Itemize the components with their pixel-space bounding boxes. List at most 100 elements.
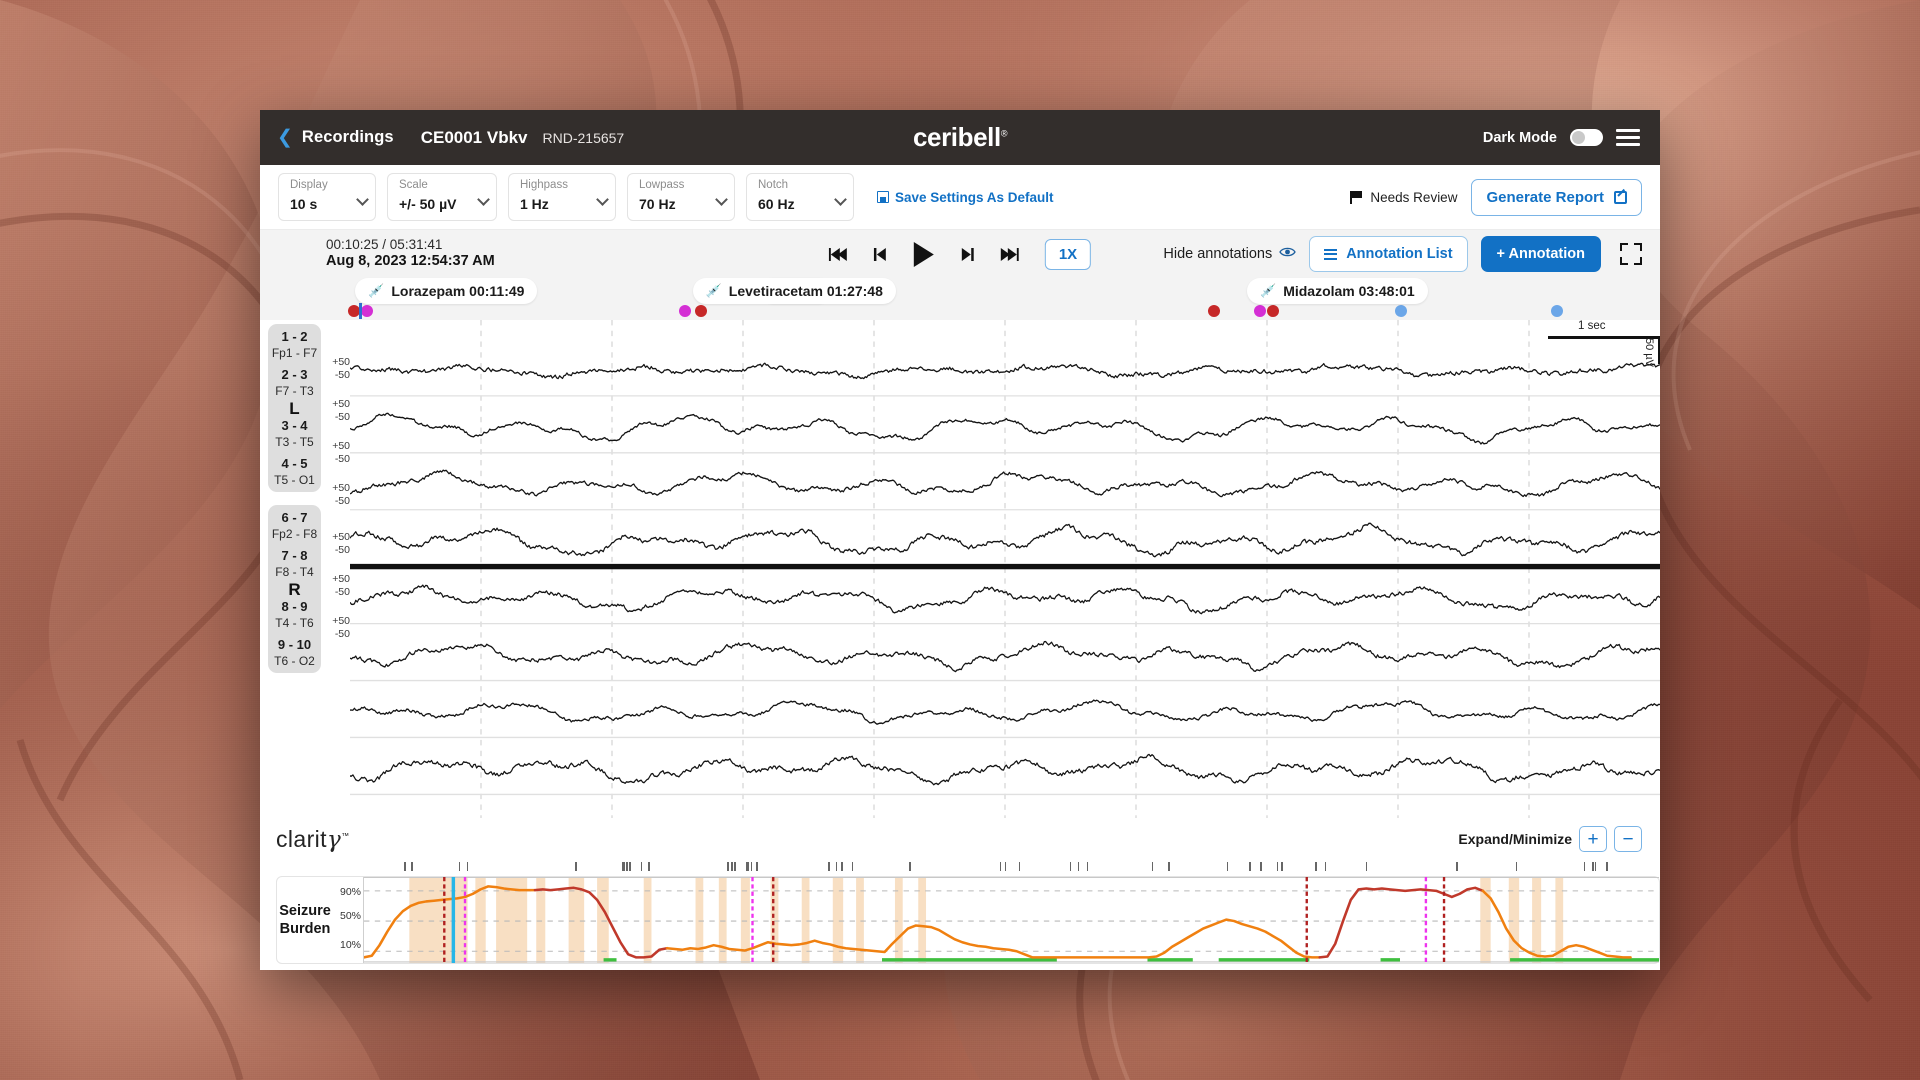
event-tick bbox=[1077, 862, 1079, 871]
event-tick bbox=[1260, 862, 1262, 871]
event-tick bbox=[746, 862, 748, 871]
save-settings-default-label: Save Settings As Default bbox=[895, 189, 1054, 205]
channel-group-right[interactable]: 6 - 7 Fp2 - F8 7 - 8 F8 - T4 R 8 - 9 T4 … bbox=[268, 505, 321, 673]
brand-registered-mark: ® bbox=[1000, 128, 1008, 139]
expand-minimize-controls: Expand/Minimize + − bbox=[1458, 826, 1642, 852]
annotation-marker-dot[interactable] bbox=[1550, 305, 1563, 317]
channel-group-left[interactable]: 1 - 2 Fp1 - F7 2 - 3 F7 - T3 L 3 - 4 T3 … bbox=[268, 324, 321, 492]
dark-mode-label: Dark Mode bbox=[1482, 129, 1557, 146]
syringe-icon: 💉 bbox=[1260, 283, 1277, 298]
event-tick bbox=[1456, 862, 1458, 871]
eeg-waveform-plot[interactable]: 1 sec 50 µV bbox=[350, 320, 1660, 818]
annotation-marker-dot[interactable] bbox=[1254, 305, 1266, 317]
event-tick bbox=[411, 862, 413, 871]
clarity-logo-text: clarit bbox=[276, 825, 327, 852]
event-tick bbox=[458, 862, 461, 871]
event-tick bbox=[756, 862, 759, 871]
event-tick bbox=[1168, 862, 1170, 871]
annotation-marker-dot[interactable] bbox=[360, 305, 373, 317]
annotation-chip-label: Lorazepam 00:11:49 bbox=[391, 283, 525, 299]
add-annotation-button[interactable]: + Annotation bbox=[1480, 236, 1601, 272]
annotation-marker-dot[interactable] bbox=[1207, 305, 1220, 317]
elapsed-total-time: 00:10:25 / 05:31:41 bbox=[326, 237, 443, 253]
event-tick bbox=[626, 862, 628, 871]
channel-pair: 1 - 2 bbox=[281, 328, 308, 344]
amp-label-minus: -50 bbox=[334, 544, 350, 556]
highpass-select[interactable]: Highpass 1 Hz bbox=[508, 173, 616, 221]
list-icon bbox=[1324, 248, 1338, 260]
eeg-channel-labels: 1 - 2 Fp1 - F7 2 - 3 F7 - T3 L 3 - 4 T3 … bbox=[260, 320, 328, 818]
ytick-50: 50% bbox=[339, 910, 361, 922]
event-tick bbox=[731, 862, 733, 871]
play-button[interactable] bbox=[913, 241, 935, 267]
skip-forward-icon[interactable] bbox=[1000, 247, 1019, 262]
notch-select-label: Notch bbox=[758, 179, 789, 191]
annotation-marker-dot[interactable] bbox=[678, 305, 691, 317]
scale-select[interactable]: Scale +/- 50 µV bbox=[387, 173, 497, 221]
page-title: CE0001 Vbkv bbox=[420, 127, 528, 147]
event-tick bbox=[999, 862, 1002, 871]
event-tick bbox=[1606, 862, 1609, 871]
seizure-burden-plot-area[interactable] bbox=[363, 877, 1659, 963]
event-tick bbox=[851, 862, 854, 871]
eeg-canvas-area: 1 - 2 Fp1 - F7 2 - 3 F7 - T3 L 3 - 4 T3 … bbox=[260, 320, 1660, 818]
hamburger-menu-icon[interactable] bbox=[1616, 129, 1640, 146]
scale-select-label: Scale bbox=[399, 179, 428, 191]
lowpass-select[interactable]: Lowpass 70 Hz bbox=[627, 173, 735, 221]
event-tick bbox=[1515, 862, 1518, 871]
skip-back-icon[interactable] bbox=[828, 247, 848, 262]
channel-names: T6 - O2 bbox=[274, 653, 315, 668]
playback-speed-button[interactable]: 1X bbox=[1044, 238, 1092, 270]
notch-select[interactable]: Notch 60 Hz bbox=[746, 173, 854, 221]
annotation-list-button[interactable]: Annotation List bbox=[1309, 236, 1468, 272]
seizure-burden-chart[interactable]: Seizure Burden 90% 50% 10% bbox=[276, 876, 1660, 964]
playback-time-block: 00:10:25 / 05:31:41 Aug 8, 2023 12:54:37… bbox=[326, 237, 495, 270]
amp-label-plus: +50 bbox=[332, 356, 350, 368]
step-forward-icon[interactable] bbox=[961, 247, 974, 262]
amplitude-scale-line bbox=[1657, 336, 1660, 364]
event-tick bbox=[1249, 862, 1251, 871]
event-tick bbox=[1018, 862, 1021, 871]
event-tick bbox=[1151, 862, 1154, 871]
annotation-marker-row bbox=[260, 303, 1660, 319]
highpass-select-value: 1 Hz bbox=[520, 196, 549, 212]
channel-pair: 6 - 7 bbox=[281, 509, 308, 525]
needs-review-label: Needs Review bbox=[1370, 189, 1458, 205]
save-settings-default-button[interactable]: Save Settings As Default bbox=[877, 190, 1054, 205]
annotation-marker-dot[interactable] bbox=[1395, 305, 1408, 317]
annotation-marker-dot[interactable] bbox=[695, 305, 708, 317]
needs-review-status[interactable]: Needs Review bbox=[1350, 190, 1457, 205]
dark-mode-toggle[interactable] bbox=[1570, 129, 1603, 146]
expand-minimize-label: Expand/Minimize bbox=[1458, 831, 1572, 847]
annotation-chip[interactable]: 💉 Midazolam 03:48:01 bbox=[1247, 278, 1428, 304]
recordings-back-link[interactable]: Recordings bbox=[302, 128, 394, 147]
annotation-chip-band: pected 💉 Lorazepam 00:11:49 💉 Levetirace… bbox=[260, 278, 1660, 320]
minimize-button[interactable]: − bbox=[1614, 826, 1642, 852]
amp-label-minus: -50 bbox=[334, 453, 350, 465]
settings-toolbar: Display 10 s Scale +/- 50 µV Highpass 1 … bbox=[260, 165, 1660, 230]
event-tick bbox=[1086, 862, 1089, 871]
amp-label-plus: +50 bbox=[332, 440, 350, 452]
step-back-icon[interactable] bbox=[873, 247, 887, 262]
channel-pair: 2 - 3 bbox=[281, 366, 308, 382]
display-select[interactable]: Display 10 s bbox=[278, 173, 376, 221]
expand-button[interactable]: + bbox=[1579, 826, 1607, 852]
annotation-marker-dot[interactable] bbox=[1266, 305, 1279, 317]
fullscreen-icon[interactable] bbox=[1620, 243, 1642, 265]
chevron-left-icon[interactable]: ❮ bbox=[277, 128, 293, 147]
annotation-chip[interactable]: 💉 Levetiracetam 01:27:48 bbox=[692, 278, 896, 304]
hide-annotations-toggle[interactable]: Hide annotations bbox=[1163, 246, 1296, 262]
lowpass-select-value: 70 Hz bbox=[639, 196, 676, 212]
transport-controls: 1X bbox=[828, 238, 1092, 270]
brand-text: ceribell bbox=[912, 122, 1001, 152]
annotation-chip[interactable]: 💉 Lorazepam 00:11:49 bbox=[355, 278, 538, 304]
amp-label-plus: +50 bbox=[332, 531, 350, 543]
playhead-tick[interactable] bbox=[358, 303, 362, 319]
syringe-icon: 💉 bbox=[705, 283, 722, 298]
header-left: ❮ Recordings CE0001 Vbkv RND-215657 bbox=[260, 128, 624, 148]
generate-report-button[interactable]: Generate Report bbox=[1471, 178, 1642, 216]
event-tick bbox=[1594, 862, 1597, 871]
event-tick bbox=[1592, 862, 1594, 871]
event-tick bbox=[1069, 862, 1072, 871]
event-tick bbox=[647, 862, 650, 871]
